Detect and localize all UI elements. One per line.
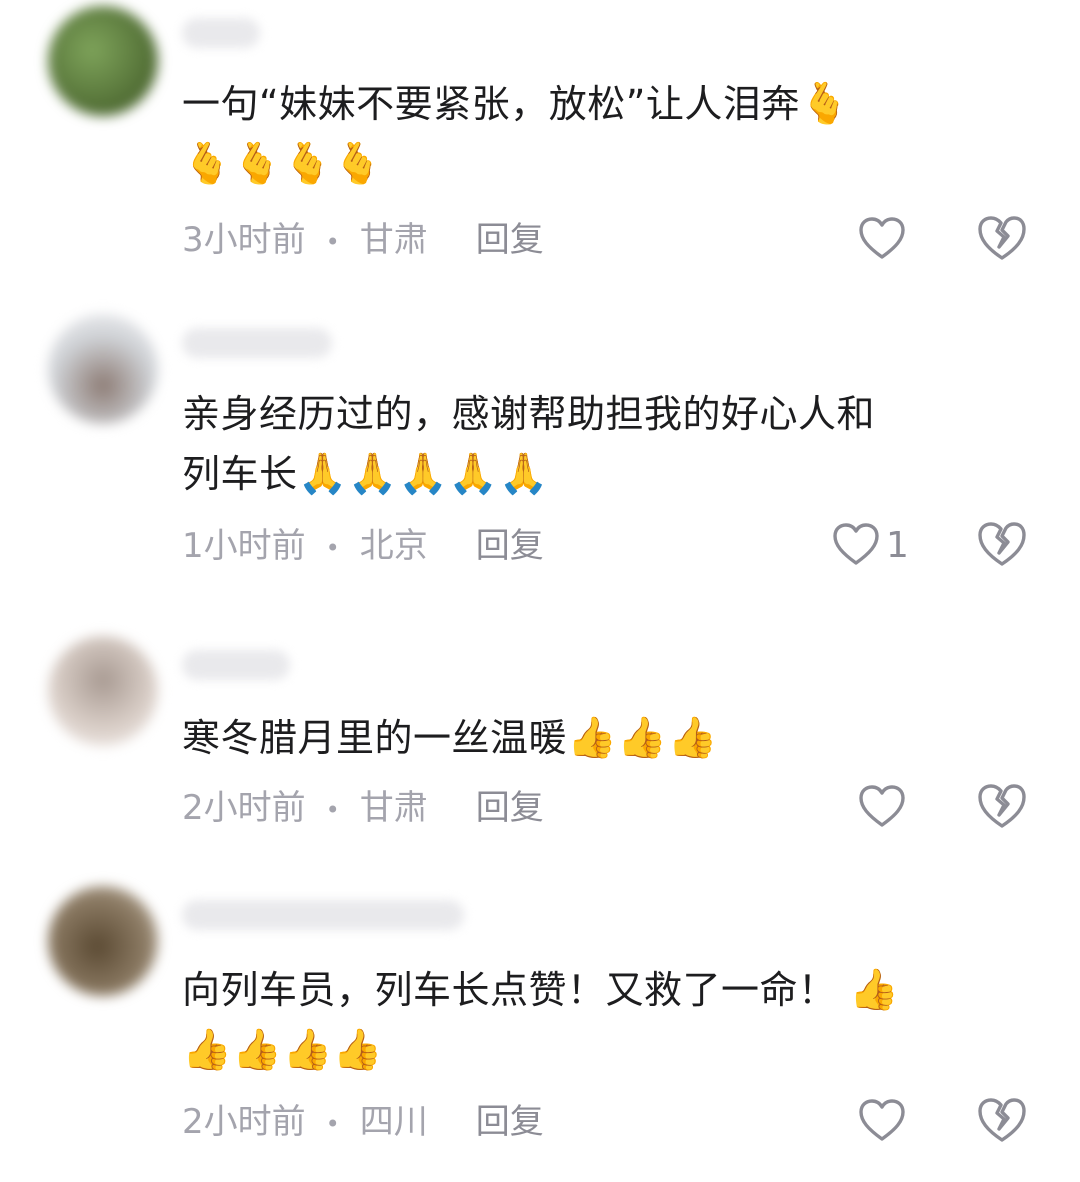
separator-dot: • [325, 1109, 340, 1138]
thumbs-up-emoji: 👍 [849, 967, 900, 1013]
broken-heart-icon[interactable] [976, 1096, 1028, 1144]
comment-text-line1: 向列车员，列车长点赞！又救了一命！ [182, 968, 837, 1012]
comment-item: 向列车员，列车长点赞！又救了一命！ 👍 👍👍👍👍 2小时前 • 四川 回复 [0, 0, 1080, 1182]
avatar[interactable] [48, 886, 158, 996]
reply-button[interactable]: 回复 [476, 1102, 544, 1142]
comment-time: 2小时前 [182, 1102, 306, 1142]
thumbs-up-emoji-row: 👍👍👍👍 [182, 1027, 384, 1073]
comment-location: 四川 [359, 1102, 428, 1142]
comment-text: 向列车员，列车长点赞！又救了一命！ 👍 👍👍👍👍 [182, 960, 1022, 1080]
heart-outline-icon[interactable] [858, 1098, 906, 1142]
username[interactable] [182, 900, 464, 930]
comment-meta: 2小时前 • 四川 回复 [182, 1102, 544, 1144]
